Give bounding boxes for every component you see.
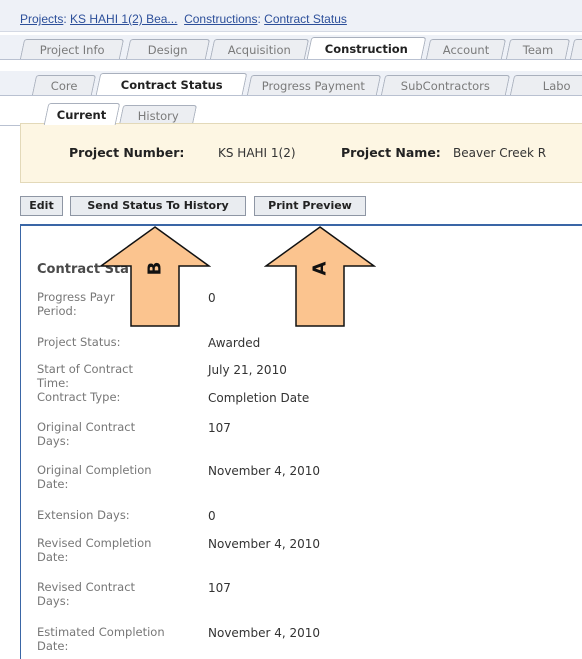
main-tab-bar: Project Info Design Acquisition Construc… (0, 35, 582, 60)
breadcrumb-projects-link[interactable]: Projects (20, 12, 63, 26)
tab-project-info[interactable]: Project Info (19, 39, 125, 59)
tab-label: Team (522, 43, 553, 57)
tab-acquisition[interactable]: Acquisition (209, 39, 310, 59)
field-label: Estimated Completion Date: (37, 625, 165, 653)
breadcrumb-page-link[interactable]: Contract Status (264, 12, 347, 26)
callout-arrow-a: A (263, 226, 377, 328)
field-value: November 4, 2010 (208, 464, 321, 478)
field-label: Extension Days: (37, 508, 130, 522)
breadcrumb-project-link[interactable]: KS HAHI 1(2) Bea... (70, 12, 177, 26)
up-arrow-icon (98, 226, 212, 327)
print-preview-button[interactable]: Print Preview (254, 196, 366, 216)
tab-overflow[interactable] (569, 39, 582, 59)
field-label: Revised Completion Date: (37, 536, 152, 564)
breadcrumb-separator-2: : (257, 12, 261, 26)
field-label: Revised Contract Days: (37, 580, 136, 608)
project-info-bar: Project Number: KS HAHI 1(2) Project Nam… (20, 123, 582, 183)
tab-design[interactable]: Design (125, 39, 211, 59)
field-label: Contract Type: (37, 390, 121, 404)
project-number-value: KS HAHI 1(2) (218, 146, 296, 160)
breadcrumb-separator: : (63, 12, 67, 26)
field-value: Completion Date (208, 391, 310, 405)
callout-label-a: A (309, 261, 331, 276)
project-number-label: Project Number: (69, 145, 185, 160)
send-status-to-history-button[interactable]: Send Status To History (70, 196, 246, 216)
field-value: November 4, 2010 (208, 626, 321, 640)
tab-team[interactable]: Team (505, 39, 571, 59)
edit-button[interactable]: Edit (20, 196, 63, 216)
tab-label: Progress Payment (262, 79, 366, 93)
tab-label: Account (442, 43, 490, 57)
field-label: Start of Contract Time: (37, 362, 133, 390)
tab-current[interactable]: Current (43, 103, 121, 125)
content-left-rule (20, 224, 21, 659)
tab-core[interactable]: Core (31, 75, 97, 95)
tab-contract-status[interactable]: Contract Status (95, 73, 248, 95)
tab-label: Core (50, 79, 78, 93)
callout-arrow-b: B (98, 226, 212, 328)
tab-label: Design (147, 43, 188, 57)
field-value: 107 (208, 421, 231, 435)
project-name-value: Beaver Creek R (453, 146, 547, 160)
up-arrow-icon (263, 226, 377, 327)
field-value: 0 (208, 509, 216, 523)
tab-subcontractors[interactable]: SubContractors (380, 75, 511, 95)
tab-label: Acquisition (227, 43, 291, 57)
field-value: Awarded (208, 336, 261, 350)
tab-label: Current (57, 108, 107, 122)
tab-history[interactable]: History (118, 105, 198, 125)
tab-label: Contract Status (120, 78, 223, 92)
tab-label: Construction (324, 42, 408, 56)
field-label: Project Status: (37, 335, 121, 349)
callout-label-b: B (144, 261, 166, 276)
tab-label: Labo (542, 79, 571, 93)
field-value: November 4, 2010 (208, 537, 321, 551)
field-label: Original Contract Days: (37, 420, 136, 448)
tab-construction[interactable]: Construction (306, 37, 427, 59)
field-value: 107 (208, 581, 231, 595)
tab-labor[interactable]: Labo (509, 75, 582, 95)
breadcrumb-bar: Projects: KS HAHI 1(2) Bea... Constructi… (0, 0, 582, 32)
breadcrumb-constructions-link[interactable]: Constructions (184, 12, 257, 26)
sub-tab-bar: Core Contract Status Progress Payment Su… (0, 71, 582, 96)
field-value: July 21, 2010 (208, 363, 287, 377)
tab-label: SubContractors (400, 79, 490, 93)
tab-progress-payment[interactable]: Progress Payment (246, 75, 382, 95)
tab-label: Project Info (39, 43, 105, 57)
field-label: Original Completion Date: (37, 463, 152, 491)
project-name-label: Project Name: (341, 145, 441, 160)
breadcrumb: Projects: KS HAHI 1(2) Bea... Constructi… (20, 12, 347, 26)
tab-account[interactable]: Account (425, 39, 507, 59)
